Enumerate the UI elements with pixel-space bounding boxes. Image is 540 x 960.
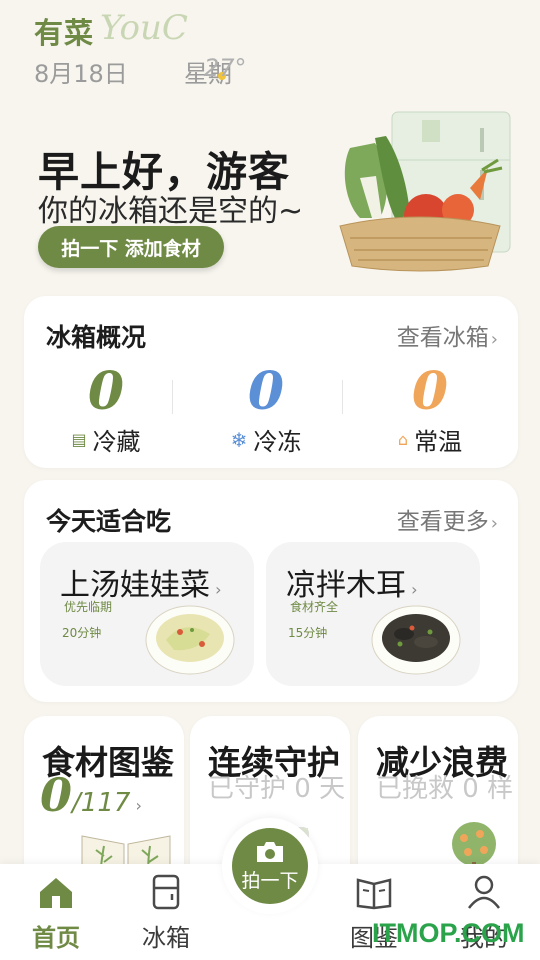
- stat-refrigerated[interactable]: 0 ▤ 冷藏: [46, 362, 166, 457]
- stat-room-temp[interactable]: 0 ⌂ 常温: [370, 362, 490, 457]
- view-more-link[interactable]: 查看更多 ›: [397, 502, 498, 536]
- recipe-time: 15分钟: [288, 626, 328, 640]
- recipe-tag: 食材齐全: [290, 600, 339, 614]
- tab-home[interactable]: 首页: [16, 874, 96, 953]
- chevron-right-icon: ›: [490, 513, 498, 534]
- camera-capture-label: 拍一下: [241, 869, 299, 892]
- book-icon: [356, 878, 392, 910]
- fridge-icon: [152, 874, 180, 910]
- header: 有菜 YouC 8月18日 星期 27°: [34, 8, 514, 90]
- divider: [342, 380, 343, 414]
- today-recommend-card: 今天适合吃 查看更多 › 上汤娃娃菜 › 优先临期 20分钟 凉拌木耳 › 食材齐…: [24, 480, 518, 702]
- view-fridge-label: 查看冰箱: [396, 325, 489, 351]
- divider: [172, 380, 173, 414]
- refrigerated-label: 冷藏: [92, 428, 141, 456]
- tab-fridge-label: 冰箱: [142, 924, 190, 952]
- temperature-text: 27°: [204, 54, 247, 82]
- chevron-right-icon: ›: [406, 580, 418, 599]
- fridge-overview-card: 冰箱概况 查看冰箱 › 0 ▤ 冷藏 0 ❄ 冷冻 0 ⌂ 常温: [24, 296, 518, 468]
- tab-home-label: 首页: [32, 924, 80, 952]
- recipe-card[interactable]: 上汤娃娃菜 › 优先临期 20分钟: [40, 542, 254, 686]
- room-temp-count: 0: [411, 361, 449, 422]
- refrigerated-count: 0: [87, 361, 125, 422]
- chevron-right-icon: ›: [210, 580, 222, 599]
- wood-ear-salad-image: [371, 605, 461, 675]
- app-logo-script: YouC: [100, 8, 188, 48]
- recipe-time: 20分钟: [62, 626, 102, 640]
- fridge-overview-title: 冰箱概况: [46, 323, 147, 352]
- recipe-tag: 优先临期: [64, 600, 113, 614]
- view-fridge-link[interactable]: 查看冰箱 ›: [397, 318, 498, 352]
- frozen-label: 冷冻: [253, 428, 302, 456]
- stat-frozen[interactable]: 0 ❄ 冷冻: [206, 362, 326, 457]
- room-temp-label: 常温: [414, 428, 463, 456]
- encyclopedia-count: 0: [40, 768, 73, 822]
- home-icon: [40, 878, 72, 908]
- reduce-waste-sub: 已挽救 0 样: [376, 774, 514, 804]
- user-icon: [468, 875, 500, 909]
- watermark-text: ITMOP.COM: [372, 918, 525, 948]
- fridge-icon: ▤: [71, 430, 87, 449]
- house-icon: ⌂: [397, 430, 409, 449]
- recipe-card[interactable]: 凉拌木耳 › 食材齐全 15分钟: [266, 542, 480, 686]
- camera-capture-button[interactable]: 拍一下: [222, 818, 318, 914]
- vegetable-basket-illustration: [339, 111, 511, 272]
- guard-streak-sub: 已守护 0 天: [208, 774, 346, 804]
- camera-icon: [257, 841, 283, 862]
- fridge-status-text: 你的冰箱还是空的~: [38, 194, 304, 229]
- today-recommend-title: 今天适合吃: [46, 507, 172, 536]
- app-logo-text: 有菜: [34, 16, 95, 50]
- encyclopedia-progress: 0/117 ›: [40, 768, 142, 822]
- tab-fridge[interactable]: 冰箱: [126, 874, 206, 953]
- date-text: 8月18日: [34, 60, 128, 88]
- cabbage-soup-image: [145, 605, 235, 675]
- chevron-right-icon: ›: [130, 796, 142, 815]
- snowflake-icon: ❄: [230, 427, 248, 452]
- chevron-right-icon: ›: [490, 329, 498, 350]
- add-ingredient-button[interactable]: 拍一下 添加食材: [38, 226, 224, 268]
- encyclopedia-total: /117: [72, 788, 131, 818]
- frozen-count: 0: [247, 361, 285, 422]
- view-more-label: 查看更多: [396, 509, 489, 535]
